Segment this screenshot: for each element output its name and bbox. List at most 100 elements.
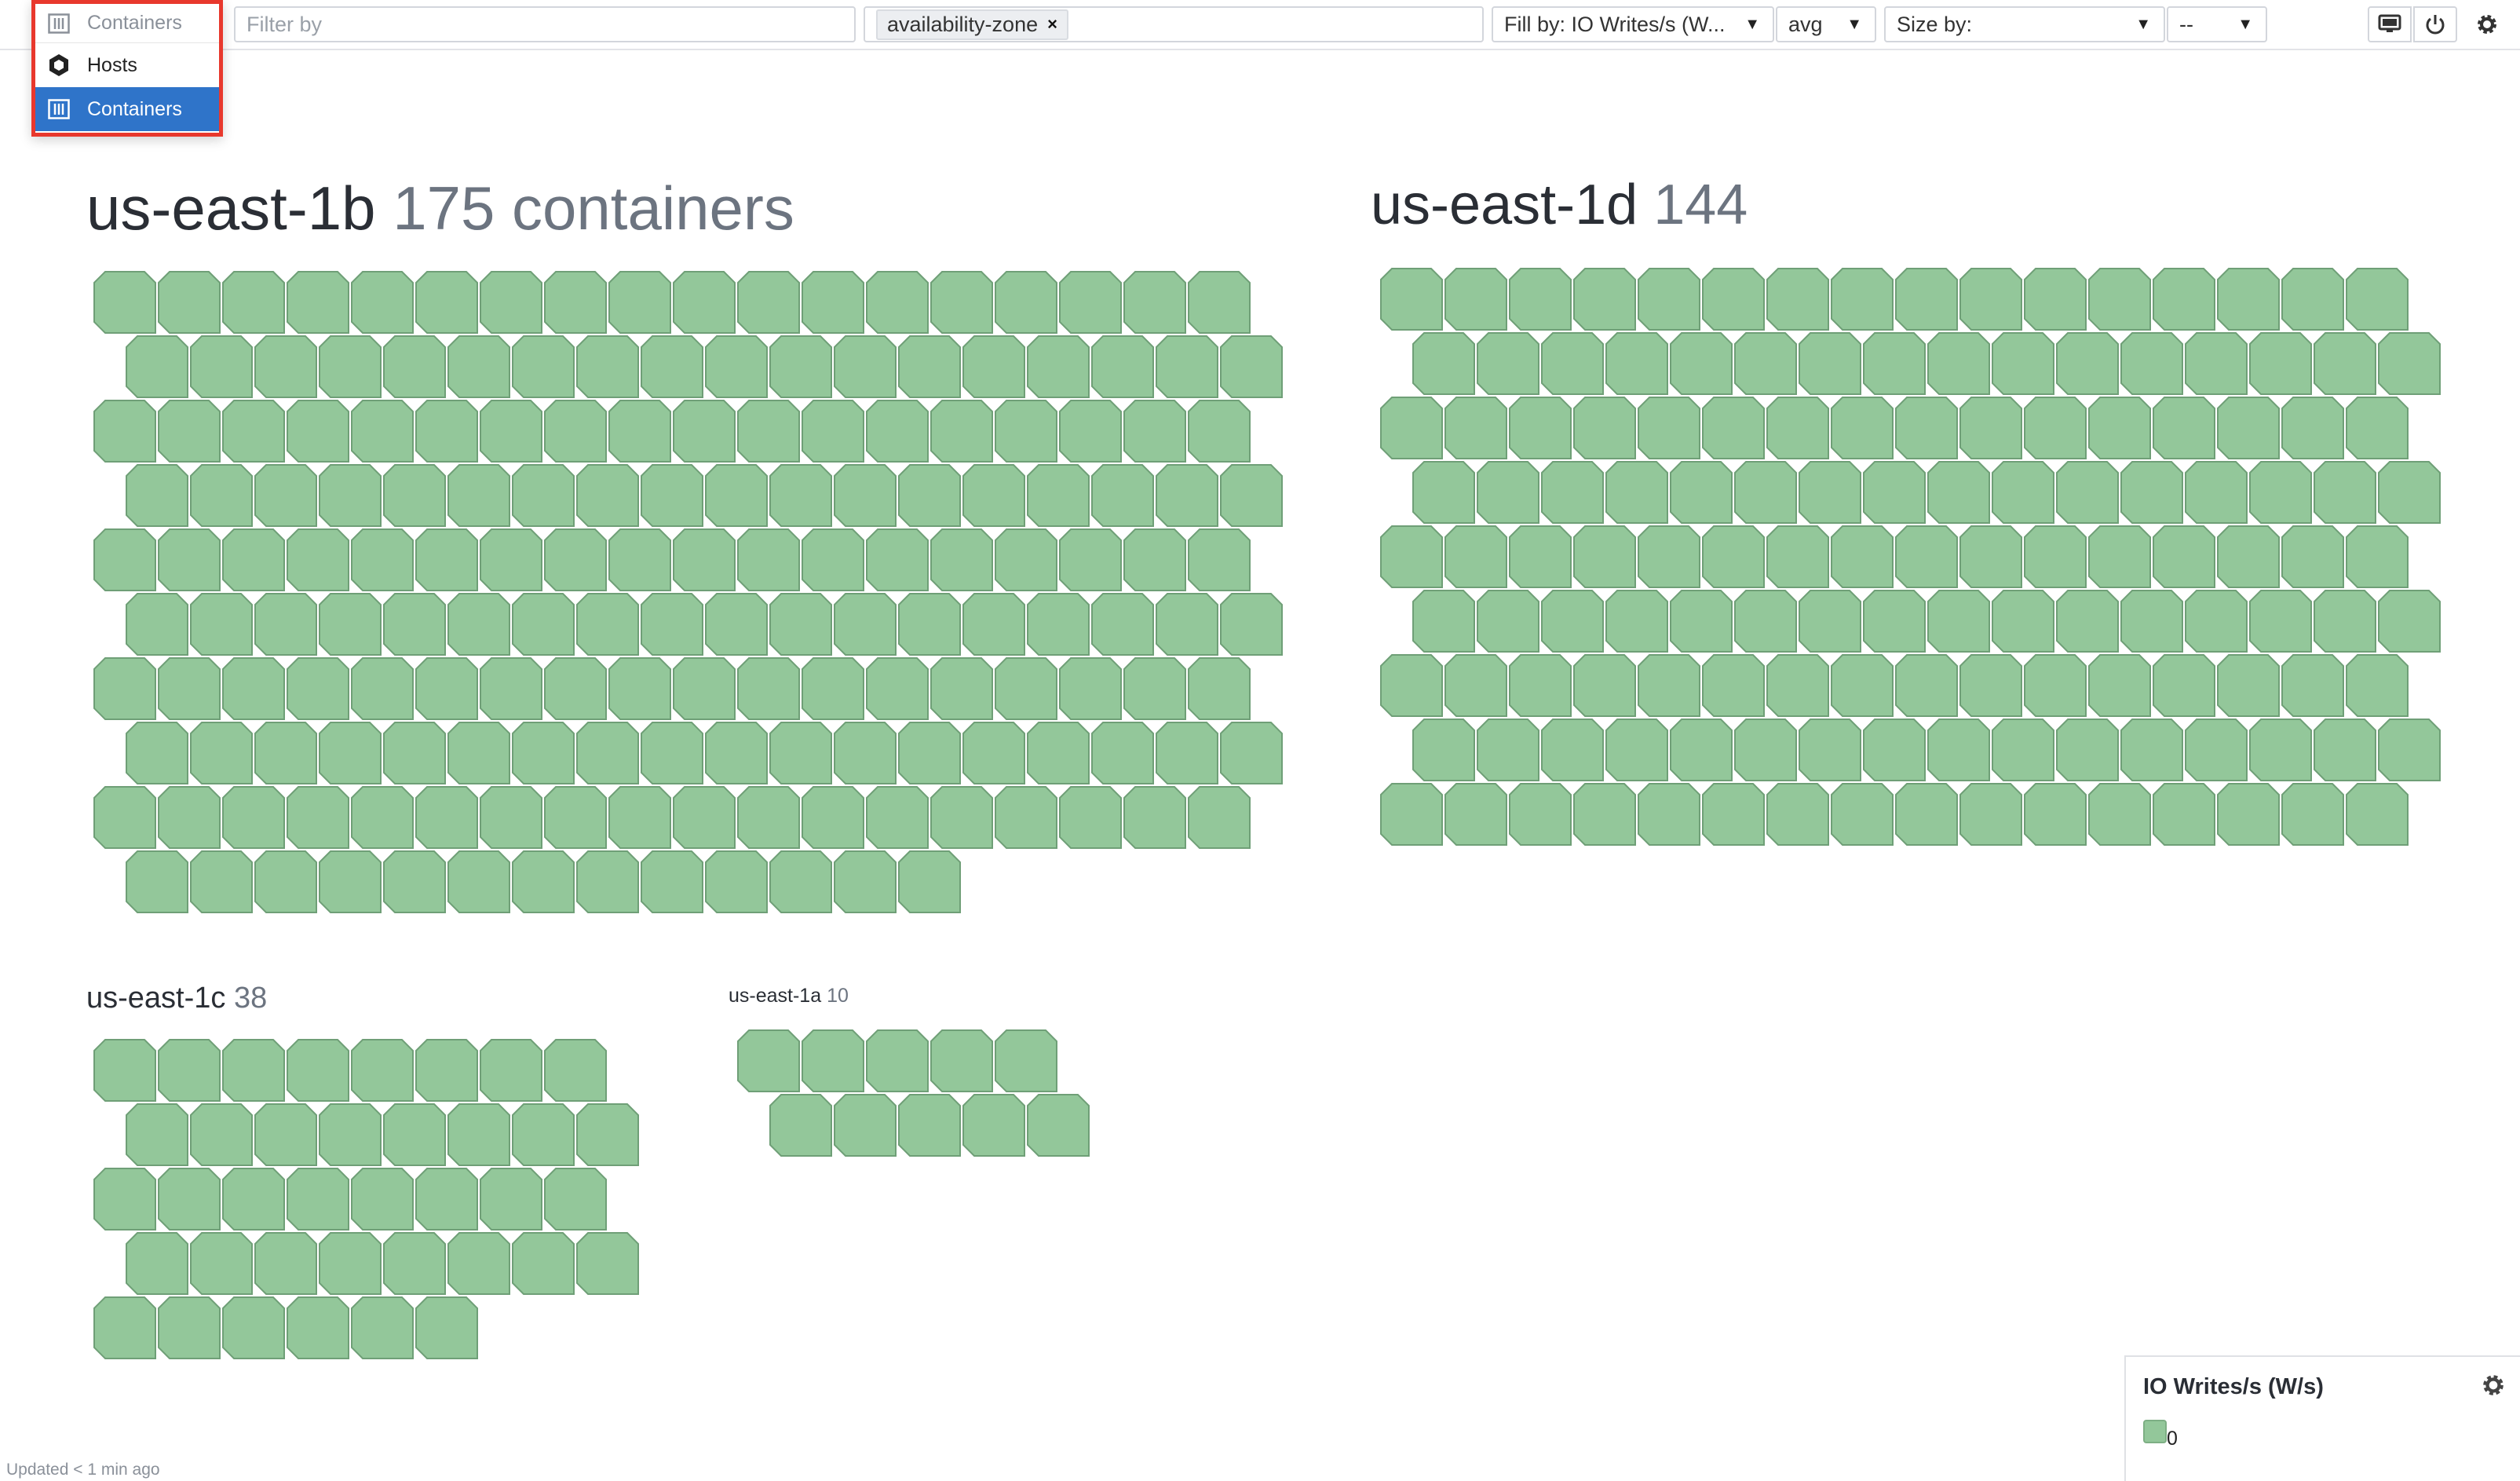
container-tile[interactable] (2185, 590, 2248, 653)
container-tile[interactable] (1541, 461, 1604, 524)
container-tile[interactable] (1605, 461, 1668, 524)
container-tile[interactable] (1380, 654, 1443, 717)
container-tile[interactable] (2217, 525, 2280, 588)
container-tile[interactable] (1605, 332, 1668, 395)
container-tile[interactable] (2249, 461, 2312, 524)
container-tile[interactable] (1863, 590, 1926, 653)
container-tile[interactable] (2378, 461, 2441, 524)
container-tile[interactable] (351, 1296, 414, 1359)
container-tile[interactable] (2281, 783, 2344, 846)
container-tile[interactable] (2153, 525, 2215, 588)
container-tile[interactable] (1895, 525, 1958, 588)
container-tile[interactable] (1477, 332, 1539, 395)
container-tile[interactable] (1509, 654, 1572, 717)
container-tile[interactable] (2056, 719, 2119, 781)
container-tile[interactable] (1702, 654, 1765, 717)
container-tile[interactable] (2249, 719, 2312, 781)
container-tile[interactable] (2346, 525, 2409, 588)
container-tile[interactable] (222, 1296, 285, 1359)
container-tile[interactable] (1638, 654, 1700, 717)
container-tile[interactable] (1380, 397, 1443, 459)
container-tile[interactable] (1509, 397, 1572, 459)
container-tile[interactable] (2346, 654, 2409, 717)
container-tile[interactable] (1863, 719, 1926, 781)
container-tile[interactable] (1573, 525, 1636, 588)
container-tile[interactable] (93, 1296, 156, 1359)
container-tile[interactable] (190, 1232, 253, 1295)
container-tile[interactable] (1799, 461, 1861, 524)
container-tile[interactable] (2217, 783, 2280, 846)
container-tile[interactable] (2056, 461, 2119, 524)
container-tile[interactable] (1927, 332, 1990, 395)
container-tile[interactable] (1477, 719, 1539, 781)
container-tile[interactable] (383, 1232, 446, 1295)
container-tile[interactable] (2088, 654, 2151, 717)
container-tile[interactable] (1799, 332, 1861, 395)
container-tile[interactable] (2249, 590, 2312, 653)
container-tile[interactable] (1766, 654, 1829, 717)
container-tile[interactable] (2281, 268, 2344, 331)
container-tile[interactable] (287, 1296, 349, 1359)
container-tile[interactable] (1605, 590, 1668, 653)
container-tile[interactable] (1863, 461, 1926, 524)
container-tile[interactable] (1734, 590, 1797, 653)
container-tile[interactable] (2185, 719, 2248, 781)
container-tile[interactable] (2314, 719, 2376, 781)
container-tile[interactable] (2346, 783, 2409, 846)
gear-icon[interactable] (2481, 1373, 2506, 1398)
container-tile[interactable] (1799, 590, 1861, 653)
container-tile[interactable] (2378, 719, 2441, 781)
container-tile[interactable] (1895, 783, 1958, 846)
container-tile[interactable] (1541, 590, 1604, 653)
type-dropdown[interactable]: Containers Hosts Containers (31, 0, 223, 137)
container-tile[interactable] (2120, 719, 2183, 781)
container-tile[interactable] (1444, 397, 1507, 459)
container-tile[interactable] (1638, 525, 1700, 588)
container-tile[interactable] (126, 1232, 188, 1295)
container-tile[interactable] (1412, 461, 1475, 524)
container-tile[interactable] (2024, 268, 2087, 331)
container-tile[interactable] (1959, 525, 2022, 588)
container-tile[interactable] (1638, 397, 1700, 459)
container-tile[interactable] (1959, 783, 2022, 846)
container-tile[interactable] (1895, 397, 1958, 459)
container-tile[interactable] (2024, 654, 2087, 717)
container-tile[interactable] (1444, 783, 1507, 846)
container-tile[interactable] (2153, 654, 2215, 717)
container-tile[interactable] (1766, 268, 1829, 331)
container-tile[interactable] (2088, 525, 2151, 588)
container-tile[interactable] (1702, 525, 1765, 588)
container-tile[interactable] (2185, 332, 2248, 395)
container-tile[interactable] (576, 1232, 639, 1295)
container-tile[interactable] (1702, 783, 1765, 846)
container-tile[interactable] (1831, 783, 1894, 846)
container-tile[interactable] (2153, 268, 2215, 331)
container-tile[interactable] (1670, 332, 1733, 395)
container-tile[interactable] (1992, 719, 2054, 781)
container-tile[interactable] (1380, 268, 1443, 331)
container-tile[interactable] (2088, 268, 2151, 331)
container-tile[interactable] (1670, 719, 1733, 781)
container-tile[interactable] (1702, 268, 1765, 331)
container-tile[interactable] (1477, 461, 1539, 524)
container-tile[interactable] (1573, 783, 1636, 846)
container-tile[interactable] (802, 1029, 864, 1092)
container-tile[interactable] (1380, 783, 1443, 846)
container-tile[interactable] (1927, 590, 1990, 653)
container-tile[interactable] (930, 1029, 993, 1092)
container-tile[interactable] (1605, 719, 1668, 781)
container-tile[interactable] (2024, 783, 2087, 846)
container-tile[interactable] (2378, 590, 2441, 653)
container-tile[interactable] (1831, 654, 1894, 717)
container-tile[interactable] (1992, 590, 2054, 653)
container-tile[interactable] (1541, 719, 1604, 781)
container-tile[interactable] (1573, 654, 1636, 717)
container-tile[interactable] (1638, 268, 1700, 331)
container-tile[interactable] (1509, 525, 1572, 588)
container-tile[interactable] (2281, 654, 2344, 717)
container-tile[interactable] (1380, 525, 1443, 588)
container-tile[interactable] (2378, 332, 2441, 395)
container-tile[interactable] (1927, 461, 1990, 524)
container-tile[interactable] (2088, 397, 2151, 459)
container-tile[interactable] (2217, 397, 2280, 459)
